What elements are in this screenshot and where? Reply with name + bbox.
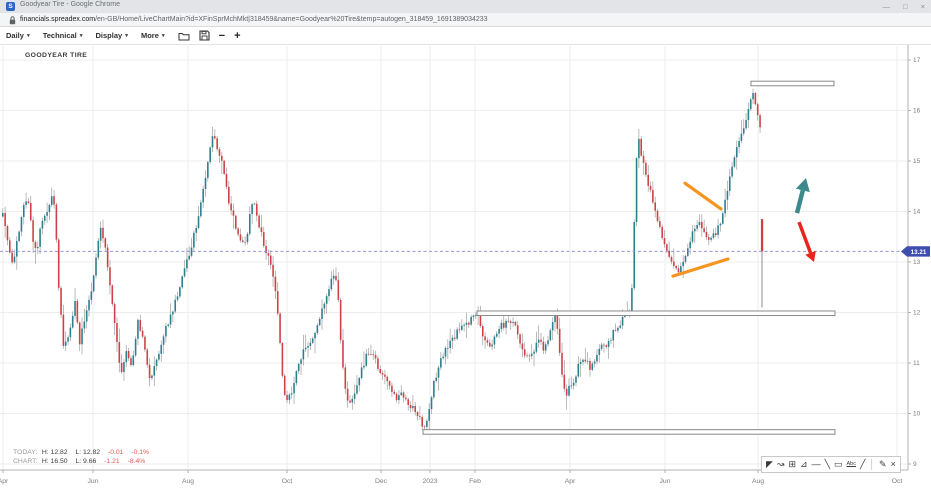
legend-chart-percent: -8.4%: [128, 457, 146, 466]
chevron-down-icon: ▾: [125, 33, 128, 39]
maximize-icon[interactable]: □: [903, 0, 908, 13]
support-box-low: [423, 430, 835, 435]
axes: [0, 45, 908, 470]
menu-technical-label: Technical: [43, 31, 77, 40]
zoom-out-button[interactable]: −: [219, 31, 225, 41]
menu-display-label: Display: [96, 31, 123, 40]
gridlines: [0, 46, 908, 470]
svg-text:Aug: Aug: [182, 478, 194, 485]
legend-today-change: -0.01: [108, 448, 124, 457]
zoom-in-button[interactable]: +: [234, 31, 240, 41]
svg-text:16: 16: [913, 108, 921, 115]
text-label-icon[interactable]: Abc: [847, 457, 856, 472]
scenario-up-arrow: [796, 178, 810, 213]
svg-text:13: 13: [913, 259, 921, 266]
legend-today-percent: -0.1%: [131, 448, 149, 457]
chart-legend: TODAY: H: 12.82 L: 12.82 -0.01 -0.1% CHA…: [13, 448, 155, 466]
svg-text:9: 9: [913, 461, 917, 468]
drawing-toolbar: ◤ ↝ ⊞ ⊿ — ╲ ▭ Abc ╱ │ ✎ ×: [761, 456, 901, 473]
url-text[interactable]: financials.spreadex.com/en-GB/Home/LiveC…: [20, 16, 488, 23]
menu-technical[interactable]: Technical▾: [43, 31, 83, 40]
close-toolbar-icon[interactable]: ×: [891, 457, 896, 472]
svg-text:14: 14: [913, 209, 921, 216]
chevron-down-icon: ▾: [162, 33, 165, 39]
menu-daily-label: Daily: [6, 31, 24, 40]
legend-chart-low: L: 9.66: [75, 457, 96, 466]
chart-title: GOODYEAR TIRE: [25, 52, 87, 59]
legend-today-label: TODAY:: [13, 448, 40, 457]
svg-text:Jun: Jun: [88, 478, 99, 485]
svg-text:Aug: Aug: [752, 478, 764, 485]
browser-window: S Goodyear Tire - Google Chrome — □ × fi…: [0, 0, 931, 492]
chart-toolbar: Daily▾ Technical▾ Display▾ More▾ − +: [0, 27, 931, 45]
chevron-down-icon: ▾: [27, 33, 30, 39]
svg-text:12: 12: [913, 310, 921, 317]
scenario-down-arrow: [799, 222, 816, 262]
candlestick-chart[interactable]: 17 16 15 14 13 12 11 10 9 Apr Jun Aug Oct Dec 2023 Feb A…: [0, 45, 931, 492]
minimize-icon[interactable]: —: [883, 0, 891, 13]
svg-text:Apr: Apr: [0, 478, 9, 485]
window-titlebar: S Goodyear Tire - Google Chrome — □ ×: [0, 0, 931, 13]
legend-today-high: H: 12.82: [42, 448, 68, 457]
favicon-letter: S: [8, 3, 12, 10]
chevron-down-icon: ▾: [80, 33, 83, 39]
svg-text:15: 15: [913, 158, 921, 165]
zigzag-icon[interactable]: ↝: [777, 457, 785, 472]
svg-text:2023: 2023: [422, 478, 437, 485]
horizontal-line-icon[interactable]: —: [812, 457, 821, 472]
menu-display[interactable]: Display▾: [96, 31, 128, 40]
url-path: /en-GB/Home/LiveChartMain?id=XFinSprMchM…: [95, 16, 487, 23]
svg-text:13.21: 13.21: [911, 249, 927, 256]
svg-text:Apr: Apr: [565, 478, 576, 485]
menu-more[interactable]: More▾: [141, 31, 165, 40]
chart-axes-icon[interactable]: ⊿: [800, 457, 808, 472]
price-badge: 13.21: [901, 246, 930, 256]
menu-more-label: More: [141, 31, 159, 40]
y-axis-labels: 17 16 15 14 13 12 11 10 9: [908, 57, 921, 468]
legend-chart-label: CHART:: [13, 457, 40, 466]
resistance-box-mid: [477, 311, 835, 316]
svg-text:Dec: Dec: [375, 478, 388, 485]
svg-text:Jun: Jun: [660, 478, 671, 485]
trendline-icon[interactable]: ╲: [825, 457, 830, 472]
rectangle-icon[interactable]: ▭: [834, 457, 843, 472]
legend-row-chart: CHART: H: 16.50 L: 9.66 -1.21 -8.4%: [13, 457, 155, 466]
pennant-upper: [685, 183, 721, 209]
pencil-icon[interactable]: ✎: [879, 457, 887, 472]
legend-today-low: L: 12.82: [75, 448, 100, 457]
menu-daily[interactable]: Daily▾: [6, 31, 30, 40]
pointer-icon[interactable]: ◤: [766, 457, 773, 472]
window-controls: — □ ×: [883, 0, 925, 13]
svg-text:17: 17: [913, 57, 921, 64]
address-bar[interactable]: financials.spreadex.com/en-GB/Home/LiveC…: [0, 13, 931, 27]
spreadex-favicon: S: [6, 2, 15, 11]
legend-chart-change: -1.21: [104, 457, 120, 466]
padlock-icon: [9, 16, 16, 25]
line-icon[interactable]: ╱: [860, 457, 865, 472]
save-icon[interactable]: [199, 30, 210, 41]
svg-text:Feb: Feb: [469, 478, 481, 485]
chart-area: 17 16 15 14 13 12 11 10 9 Apr Jun Aug Oct Dec 2023 Feb A…: [0, 45, 931, 492]
window-title: Goodyear Tire - Google Chrome: [20, 1, 120, 8]
svg-text:10: 10: [913, 411, 921, 418]
open-folder-icon[interactable]: [178, 31, 190, 41]
toolbar-divider: │: [869, 457, 875, 472]
close-icon[interactable]: ×: [921, 0, 925, 13]
grid-icon[interactable]: ⊞: [788, 457, 796, 472]
svg-text:11: 11: [913, 360, 920, 367]
last-candle: [761, 219, 763, 307]
legend-chart-high: H: 16.50: [42, 457, 68, 466]
resistance-box-high: [751, 81, 834, 86]
legend-row-today: TODAY: H: 12.82 L: 12.82 -0.01 -0.1%: [13, 448, 155, 457]
svg-text:Oct: Oct: [892, 478, 903, 485]
svg-text:Oct: Oct: [282, 478, 293, 485]
url-domain: financials.spreadex.com: [20, 16, 95, 23]
